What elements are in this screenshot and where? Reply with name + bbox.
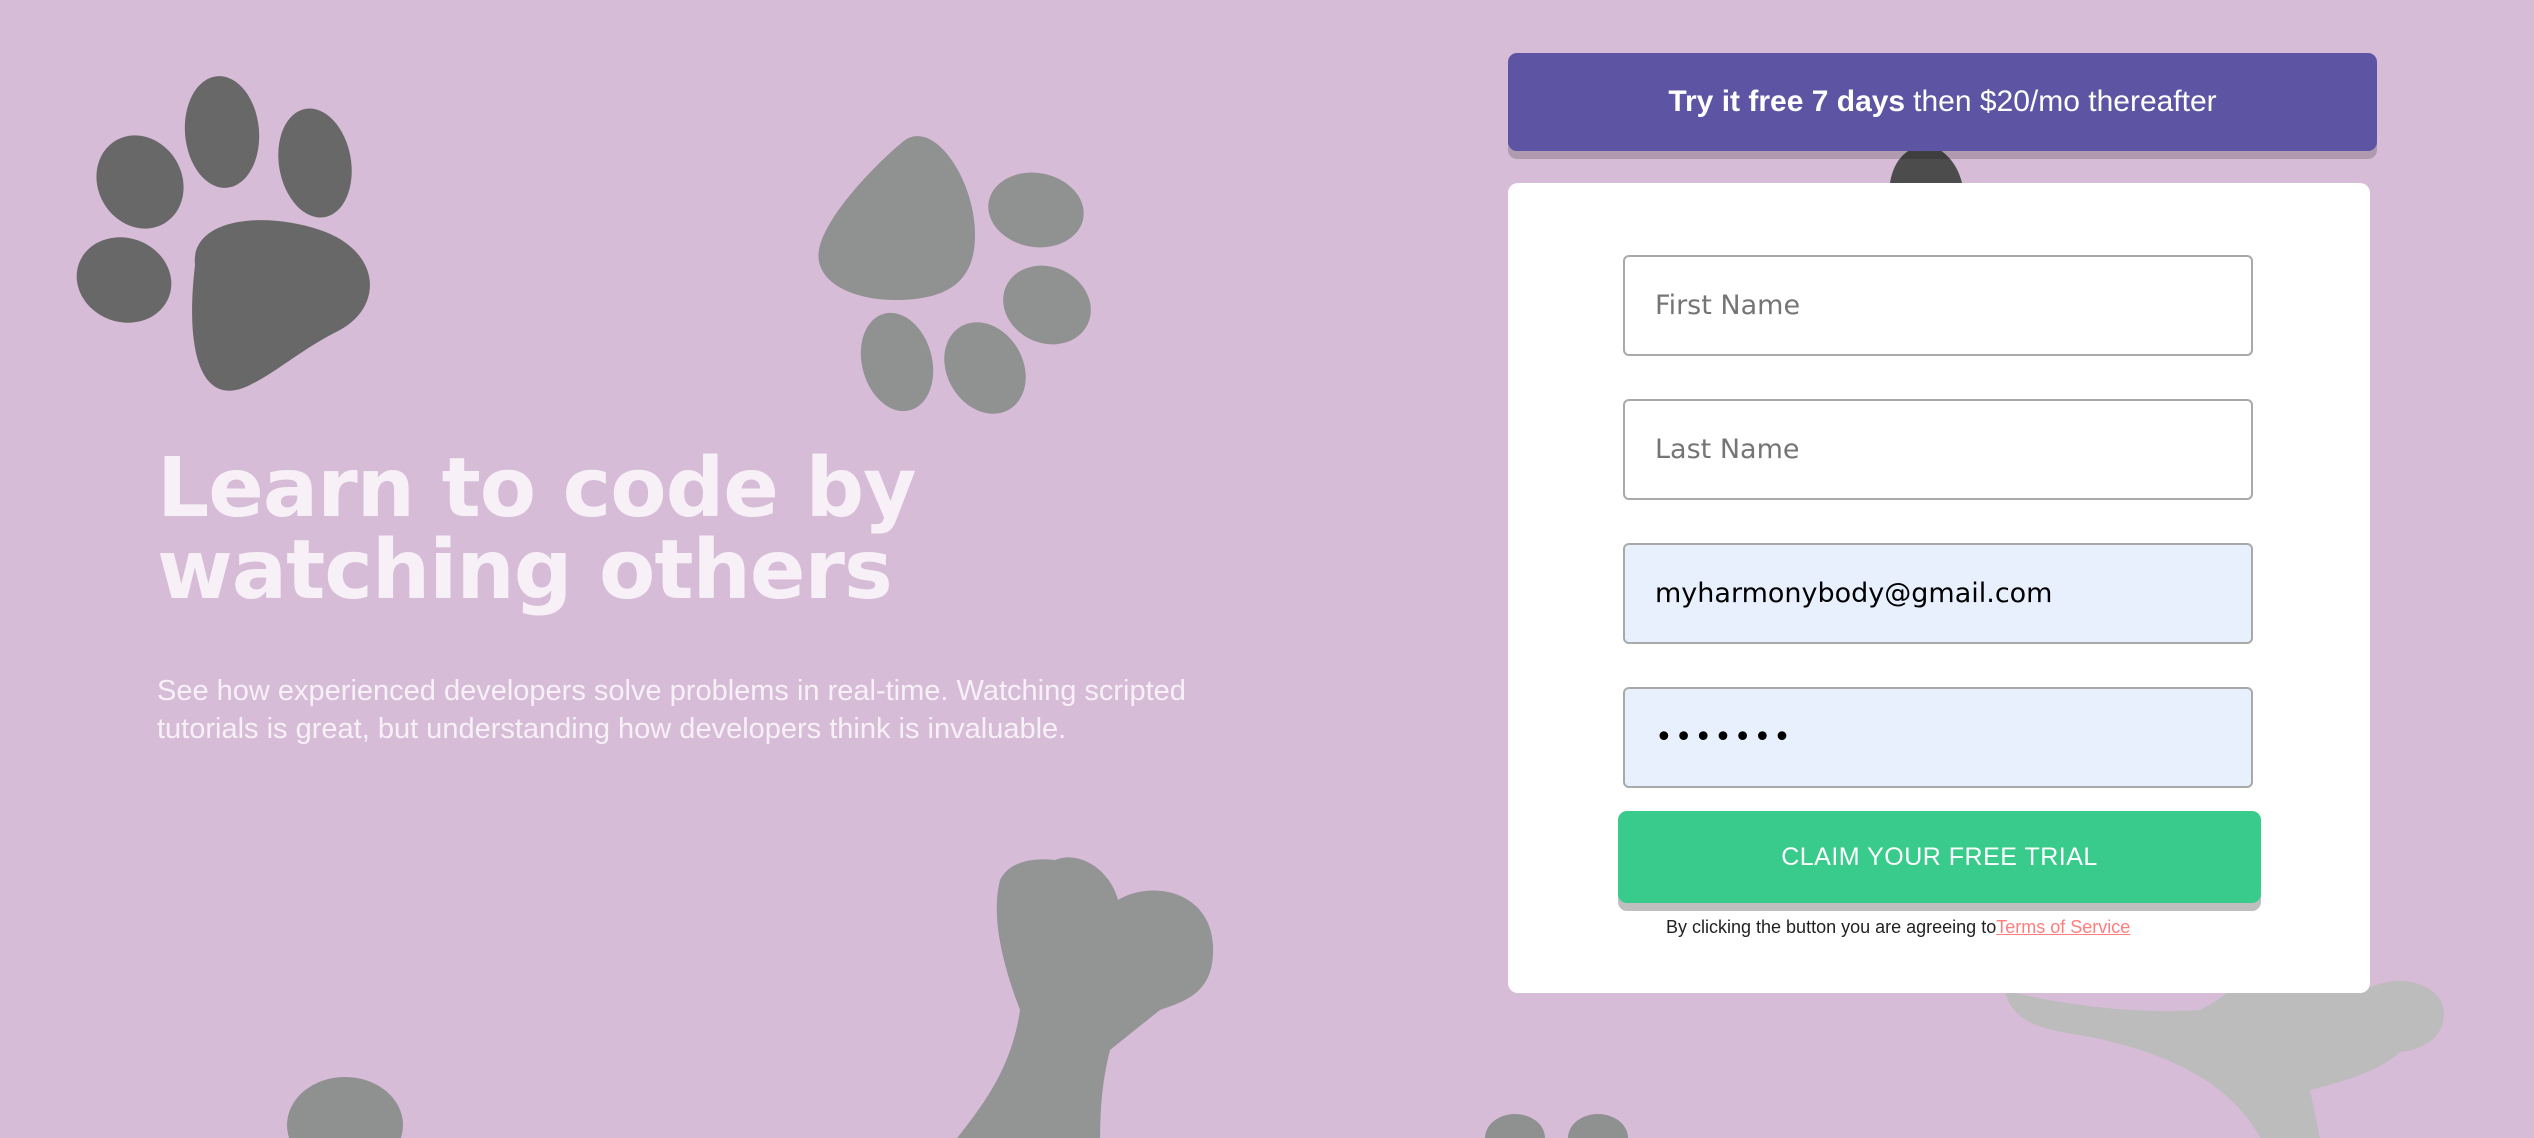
promo-banner-text: then $20/mo thereafter — [1913, 85, 2217, 118]
terms-text: By clicking the button you are agreeing … — [1666, 917, 1997, 937]
promo-banner-strong-text: Try it free 7 days — [1668, 85, 1906, 118]
terms-of-service-link[interactable]: Terms of Service — [1996, 917, 2130, 937]
first-name-input[interactable] — [1623, 255, 2253, 356]
terms-notice: By clicking the button you are agreeing … — [1666, 917, 2130, 938]
email-input[interactable] — [1623, 543, 2253, 644]
password-input[interactable] — [1623, 687, 2253, 788]
bone-icon — [957, 857, 1214, 1138]
paw-print-icon — [818, 136, 1091, 414]
paw-print-icon — [76, 76, 370, 391]
last-name-input[interactable] — [1623, 399, 2253, 500]
claim-free-trial-button[interactable]: CLAIM YOUR FREE TRIAL — [1618, 811, 2261, 903]
promo-banner: Try it free 7 days then $20/mo thereafte… — [1508, 53, 2377, 151]
hero-title: Learn to code by watching others — [157, 441, 917, 618]
paw-print-icon — [287, 1077, 403, 1138]
hero-description: See how experienced developers solve pro… — [157, 675, 1186, 745]
signup-form-card: CLAIM YOUR FREE TRIAL By clicking the bu… — [1508, 183, 2370, 993]
